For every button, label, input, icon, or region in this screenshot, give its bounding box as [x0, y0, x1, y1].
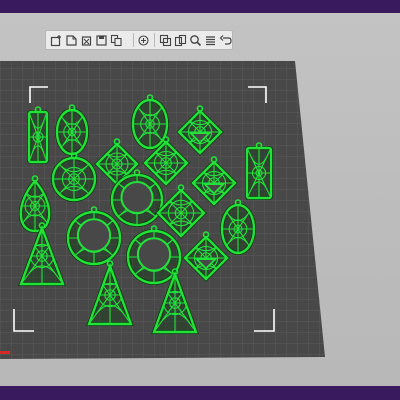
origin-axis-marker — [0, 351, 10, 354]
duplicate-button[interactable] — [174, 33, 187, 48]
toolbar-separator — [154, 33, 155, 47]
zoom-button[interactable] — [189, 33, 202, 48]
earring-model-rect-tall[interactable] — [245, 142, 273, 200]
arrange-button[interactable] — [159, 33, 172, 48]
zoom-icon — [190, 34, 202, 46]
copy-icon — [110, 34, 122, 46]
layers-icon — [206, 35, 215, 45]
arrange-icon — [159, 34, 172, 46]
copy-button[interactable] — [110, 33, 123, 48]
view-toolbar — [45, 30, 233, 50]
delete-icon — [81, 35, 92, 46]
save-icon — [96, 34, 107, 46]
layers-button[interactable] — [204, 33, 217, 48]
save-button[interactable] — [95, 33, 108, 48]
window-top-border — [0, 0, 400, 13]
scene-canvas[interactable] — [0, 13, 400, 386]
earring-model-rect-tall[interactable] — [27, 106, 49, 164]
undo-icon — [219, 34, 232, 45]
add-object-button[interactable] — [50, 33, 63, 48]
open-file-button[interactable] — [65, 33, 78, 48]
delete-button[interactable] — [80, 33, 93, 48]
open-file-icon — [66, 34, 77, 46]
add-object-icon — [50, 34, 61, 46]
add-icon — [138, 34, 149, 46]
undo-button[interactable] — [219, 33, 232, 48]
add-button[interactable] — [137, 33, 150, 48]
3d-viewport[interactable] — [0, 13, 400, 386]
window-bottom-border — [0, 386, 400, 400]
duplicate-icon — [174, 34, 187, 46]
toolbar-separator — [132, 33, 134, 47]
